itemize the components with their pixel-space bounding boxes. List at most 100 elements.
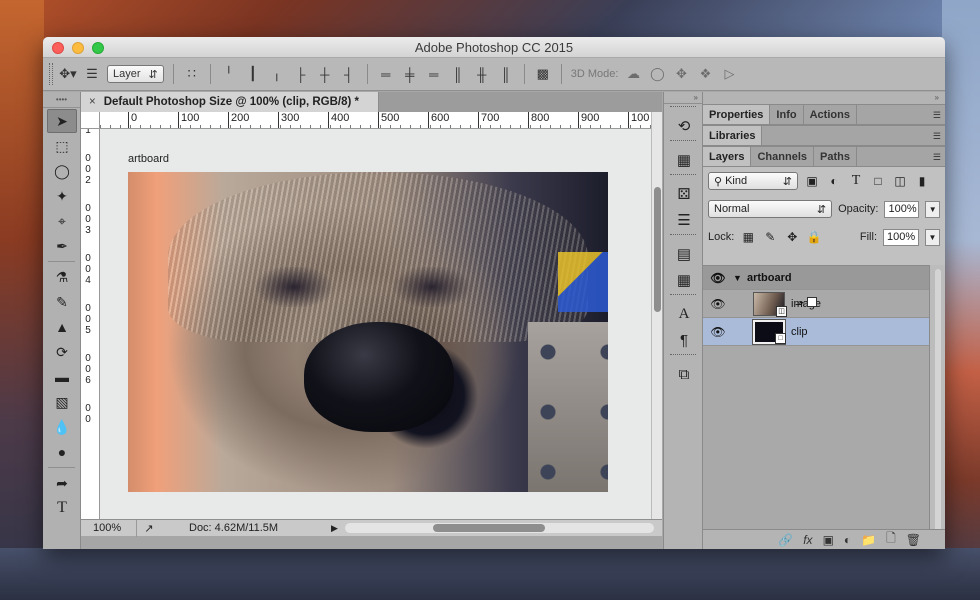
move-icon[interactable]: ➤ (47, 109, 77, 133)
align-right-icon[interactable]: ┤ (340, 65, 358, 83)
brush-presets-icon[interactable]: ⚄ (669, 182, 699, 206)
notes-panel-icon[interactable]: ▤ (669, 242, 699, 266)
history-brush-icon[interactable]: ⟳ (47, 340, 77, 364)
filter-kind-dropdown[interactable]: ⚲ Kind ⇵ (708, 172, 798, 190)
panels-collapse-icon[interactable]: » (703, 92, 945, 104)
delete-layer-icon[interactable]: 🗑 (906, 533, 921, 547)
crop-icon[interactable]: ⌖ (47, 209, 77, 233)
paragraph-panel-icon[interactable]: ¶ (669, 328, 699, 352)
align-vertical-center-icon[interactable]: ┃ (244, 65, 262, 83)
slide-3d-icon[interactable]: ❖ (696, 65, 714, 83)
maximize-window-button[interactable] (92, 42, 104, 54)
eraser-icon[interactable]: ▬ (47, 365, 77, 389)
opacity-input[interactable]: 100% (884, 200, 920, 218)
scrollbar-thumb[interactable] (433, 524, 545, 532)
distribute-bottom-icon[interactable]: ═ (425, 65, 443, 83)
opacity-slider-button[interactable]: ▼ (925, 200, 940, 218)
dock-grip[interactable] (670, 354, 696, 360)
share-icon[interactable]: ↗ (141, 522, 157, 535)
ruler-origin[interactable] (81, 112, 100, 129)
new-group-icon[interactable]: 📁 (861, 533, 876, 547)
canvas-vertical-scrollbar[interactable] (651, 112, 662, 519)
scrollbar-track[interactable] (935, 269, 941, 539)
tools-panel-grip[interactable]: •••• (43, 92, 80, 108)
auto-select-target-dropdown[interactable]: Layer ⇵ (107, 65, 164, 83)
filter-type-icon[interactable]: T (848, 173, 864, 189)
lock-transparency-icon[interactable]: ▦ (740, 229, 756, 245)
panel-menu-icon[interactable]: ☰ (933, 131, 941, 142)
magic-wand-icon[interactable]: ✦ (47, 184, 77, 208)
add-mask-icon[interactable]: ▣ (823, 533, 834, 547)
gradient-icon[interactable]: ▧ (47, 390, 77, 414)
visibility-eye-icon[interactable]: 👁 (703, 271, 733, 285)
distribute-right-icon[interactable]: ║ (497, 65, 515, 83)
move-tool-preset-icon[interactable]: ✥▾ (59, 65, 77, 83)
brush-icon[interactable]: ✎ (47, 290, 77, 314)
horizontal-ruler[interactable]: 0 100 200 300 400 500 600 700 800 900 100 (100, 112, 651, 129)
minimize-window-button[interactable] (72, 42, 84, 54)
dock-grip[interactable] (670, 106, 696, 112)
panel-menu-icon[interactable]: ☰ (933, 110, 941, 121)
dock-grip[interactable] (670, 294, 696, 300)
layer-row-artboard[interactable]: 👁 ▼ artboard (703, 266, 929, 290)
adjustments-panel-icon[interactable]: ☰ (669, 208, 699, 232)
expand-caret-icon[interactable]: ▼ (733, 273, 747, 283)
dodge-icon[interactable]: ● (47, 440, 77, 464)
new-layer-icon[interactable]: 🗋 (886, 529, 896, 549)
align-horizontal-center-icon[interactable]: ┼ (316, 65, 334, 83)
layer-row-image[interactable]: 👁 ◫ image ⬏ (703, 290, 929, 318)
orbit-3d-icon[interactable]: ☁ (624, 65, 642, 83)
swatches-panel-icon[interactable]: ▦ (669, 148, 699, 172)
close-window-button[interactable] (52, 42, 64, 54)
fill-input[interactable]: 100% (883, 228, 919, 246)
align-bottom-icon[interactable]: ╷ (268, 65, 286, 83)
distribute-left-icon[interactable]: ║ (449, 65, 467, 83)
tab-layers[interactable]: Layers (703, 147, 752, 166)
history-panel-icon[interactable]: ⟲ (669, 114, 699, 138)
dock-grip[interactable] (670, 140, 696, 146)
vertical-ruler[interactable]: 00100200300400500600 (81, 129, 100, 519)
canvas[interactable]: artboard (100, 129, 651, 519)
eyedropper-icon[interactable]: ✒ (47, 234, 77, 258)
layer-comps-icon[interactable]: ⧉ (669, 362, 699, 386)
layers-scrollbar[interactable] (929, 265, 945, 545)
blend-mode-dropdown[interactable]: Normal ⇵ (708, 200, 833, 218)
transform-controls-icon[interactable]: ∷ (183, 65, 201, 83)
canvas-horizontal-scrollbar[interactable] (345, 523, 654, 533)
filter-adjustment-icon[interactable]: ◐ (826, 173, 842, 189)
healing-brush-icon[interactable]: ⚗ (47, 265, 77, 289)
tab-properties[interactable]: Properties (703, 105, 771, 124)
lock-pixels-icon[interactable]: ✎ (762, 229, 778, 245)
tab-channels[interactable]: Channels (751, 147, 814, 166)
align-left-icon[interactable]: ├ (292, 65, 310, 83)
align-top-icon[interactable]: ╵ (220, 65, 238, 83)
lasso-icon[interactable]: ◯ (47, 159, 77, 183)
dock-grip[interactable] (670, 174, 696, 180)
clone-stamp-icon[interactable]: ▲ (47, 315, 77, 339)
lock-all-icon[interactable]: 🔒 (806, 229, 822, 245)
filter-toggle-icon[interactable]: ▮ (914, 173, 930, 189)
marquee-icon[interactable]: ⬚ (47, 134, 77, 158)
filter-pixel-icon[interactable]: ▣ (804, 173, 820, 189)
distribute-top-icon[interactable]: ═ (377, 65, 395, 83)
tab-paths[interactable]: Paths (814, 147, 857, 166)
panel-menu-icon[interactable]: ☰ (933, 152, 941, 163)
scale-3d-icon[interactable]: ▷ (720, 65, 738, 83)
tab-libraries[interactable]: Libraries (703, 126, 763, 145)
layer-row-clip[interactable]: 👁 □ clip (703, 318, 929, 346)
options-bar-grip[interactable] (49, 63, 53, 85)
artboard-image[interactable] (128, 172, 608, 492)
info-panel-icon[interactable]: ▦ (669, 268, 699, 292)
layer-style-icon[interactable]: fx (803, 533, 812, 547)
lock-position-icon[interactable]: ✥ (784, 229, 800, 245)
auto-select-icon[interactable]: ☰ (83, 65, 101, 83)
type-icon[interactable]: T (47, 496, 77, 520)
dock-grip[interactable] (670, 234, 696, 240)
filter-smart-object-icon[interactable]: ◫ (892, 173, 908, 189)
filter-shape-icon[interactable]: □ (870, 173, 886, 189)
adjustment-layer-icon[interactable]: ◐ (844, 533, 851, 547)
tab-actions[interactable]: Actions (804, 105, 857, 124)
document-tab[interactable]: × Default Photoshop Size @ 100% (clip, R… (81, 92, 379, 112)
fill-slider-button[interactable]: ▼ (925, 228, 940, 246)
link-layers-icon[interactable]: 🔗 (778, 533, 793, 547)
